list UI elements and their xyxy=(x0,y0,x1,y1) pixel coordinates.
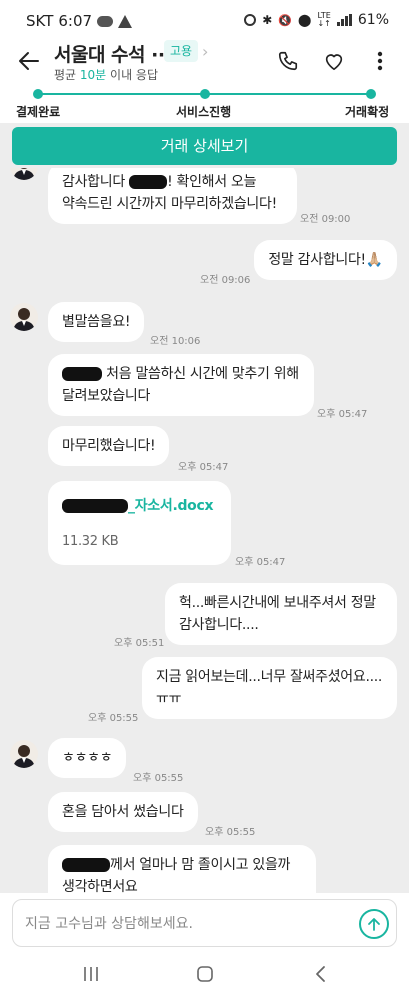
chat-header: 서울대 수석 ·· 고용 › 평균 10분 이내 응답 xyxy=(0,40,409,85)
home-icon[interactable] xyxy=(196,965,214,987)
redacted-text xyxy=(62,367,102,381)
phone-icon[interactable] xyxy=(275,48,301,74)
deal-progress: 결제완료 서비스진행 거래확정 xyxy=(0,85,409,123)
chat-area[interactable]: 감사합니다 ! 확인해서 오늘 약속드린 시간까지 마무리하겠습니다! 오전 0… xyxy=(0,168,409,893)
back-arrow-icon[interactable] xyxy=(14,46,44,76)
app-notification-icon xyxy=(118,14,133,28)
message-input[interactable] xyxy=(25,912,345,936)
chevron-right-icon[interactable]: › xyxy=(202,42,208,61)
avatar[interactable] xyxy=(10,303,38,331)
message-time: 오후 05:55 xyxy=(133,773,184,784)
hire-badge: 고용 xyxy=(164,40,199,62)
recents-icon[interactable] xyxy=(82,965,100,987)
alarm-icon xyxy=(244,14,257,26)
chat-title[interactable]: 서울대 수석 ·· xyxy=(54,40,165,67)
message-bubble: 마무리했습니다! xyxy=(48,426,170,466)
step-label-paid: 결제완료 xyxy=(16,105,61,119)
progress-dot-3 xyxy=(366,89,376,99)
system-nav-bar xyxy=(0,953,409,1000)
redacted-text xyxy=(129,175,168,189)
message-bubble: 께서 얼마나 맘 졸이시고 있을까 생각하면서요 xyxy=(48,845,316,893)
mute-icon: 🔇 xyxy=(278,13,293,27)
message-time: 오후 05:55 xyxy=(205,827,256,838)
status-bar: SKT 6:07 ✱ 🔇 ⬤ LTE ↓↑ 61% xyxy=(0,0,409,40)
progress-dot-1 xyxy=(33,89,43,99)
clock: 6:07 xyxy=(58,12,93,30)
message-bubble: ㅎㅎㅎㅎ xyxy=(48,738,127,778)
message-composer xyxy=(0,893,409,953)
send-icon[interactable] xyxy=(359,909,389,939)
battery-label: 61% xyxy=(357,12,389,28)
redacted-text xyxy=(62,858,110,872)
signal-icon xyxy=(336,14,352,26)
notification-icon xyxy=(97,15,114,27)
deal-detail-button[interactable]: 거래 상세보기 xyxy=(12,127,397,165)
message-time: 오후 05:47 xyxy=(178,462,229,473)
more-vertical-icon[interactable] xyxy=(367,48,393,74)
bluetooth-icon: ✱ xyxy=(262,13,273,27)
message-bubble: 감사합니다 ! 확인해서 오늘 약속드린 시간까지 마무리하겠습니다! xyxy=(48,168,297,224)
redacted-text xyxy=(62,499,128,513)
avatar[interactable] xyxy=(10,168,38,180)
message-time: 오후 05:47 xyxy=(235,557,286,568)
heart-icon[interactable] xyxy=(321,48,347,74)
message-input-box[interactable] xyxy=(12,899,397,947)
file-name[interactable]: _자소서.docx xyxy=(128,498,214,514)
message-time: 오후 05:55 xyxy=(88,713,139,724)
nav-back-icon[interactable] xyxy=(312,965,330,987)
message-time: 오전 09:06 xyxy=(200,275,251,286)
location-icon: ⬤ xyxy=(298,13,312,27)
message-time: 오후 05:51 xyxy=(114,638,165,649)
message-time: 오전 10:06 xyxy=(150,336,201,347)
file-attachment[interactable]: _자소서.docx 11.32 KB xyxy=(48,481,231,565)
file-size: 11.32 KB xyxy=(62,534,119,549)
message-bubble: 정말 감사합니다!🙏🏼 xyxy=(254,240,397,280)
step-label-in-progress: 서비스진행 xyxy=(176,105,232,119)
message-time: 오후 05:47 xyxy=(317,409,368,420)
avg-response-time: 평균 10분 이내 응답 xyxy=(54,68,159,82)
message-bubble: 혼을 담아서 썼습니다 xyxy=(48,792,198,832)
message-bubble: 처음 말씀하신 시간에 맞추기 위해 달려보았습니다 xyxy=(48,354,314,416)
step-label-confirmed: 거래확정 xyxy=(345,105,390,119)
message-bubble: 별말씀을요! xyxy=(48,302,145,342)
message-bubble: 지금 읽어보는데...너무 잘써주셨어요.... ㅠㅠ xyxy=(142,657,397,719)
lte-icon: LTE ↓↑ xyxy=(317,11,331,28)
message-bubble: 헉...빠른시간내에 보내주셔서 정말 감사합니다.... xyxy=(165,583,397,645)
avatar[interactable] xyxy=(10,740,38,768)
carrier-label: SKT xyxy=(26,12,54,30)
progress-dot-2 xyxy=(200,89,210,99)
message-time: 오전 09:00 xyxy=(300,214,351,225)
